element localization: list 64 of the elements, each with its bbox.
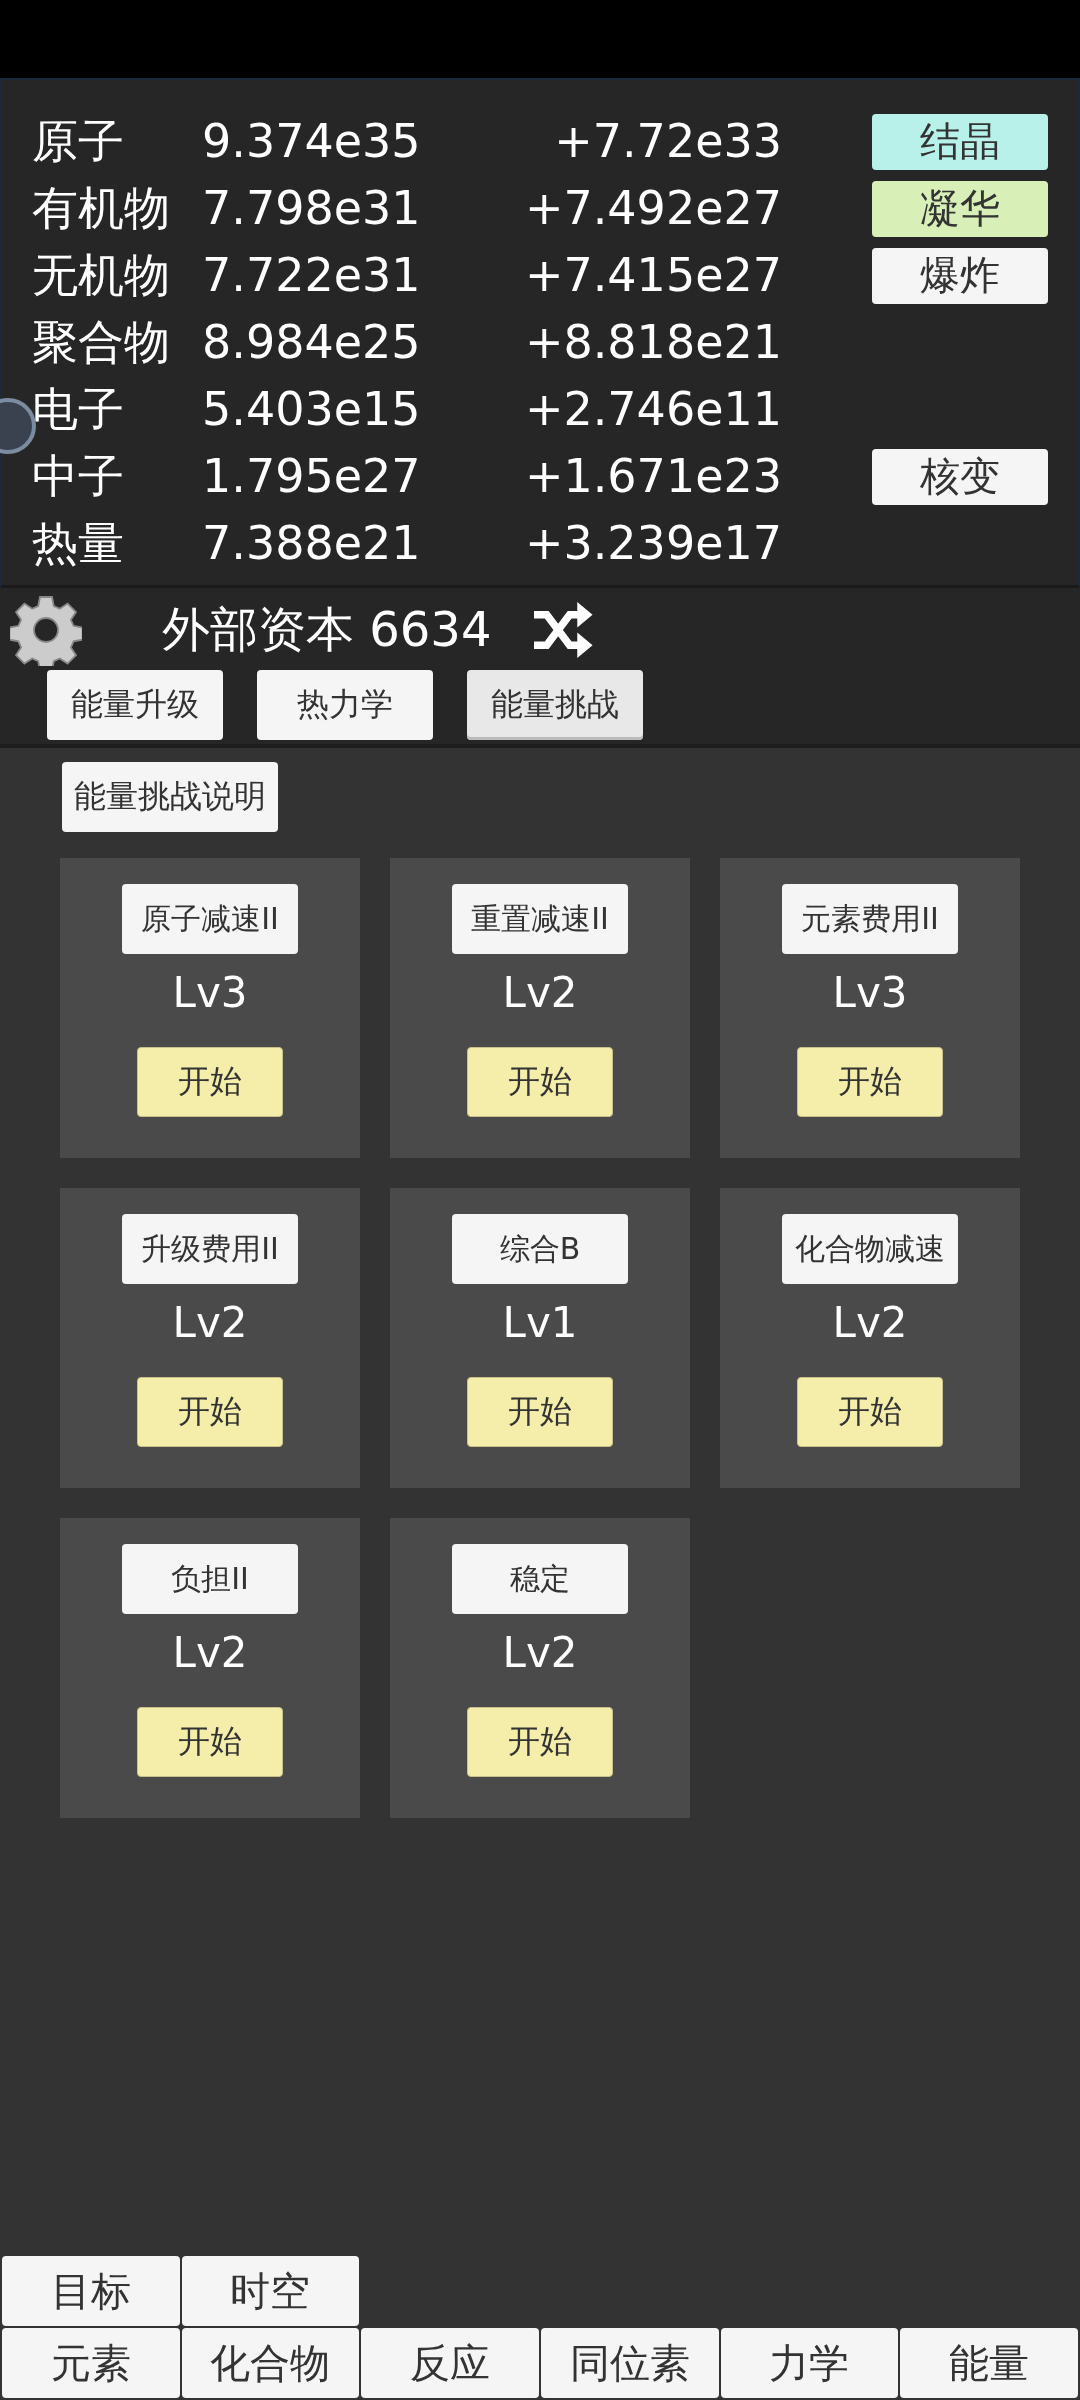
challenge-level: Lv2 (832, 1298, 908, 1347)
resource-rate: +2.746e11 (523, 380, 782, 438)
start-button[interactable]: 开始 (797, 1377, 943, 1447)
action-button[interactable]: 核变 (872, 448, 1048, 505)
challenge-level: Lv2 (502, 1628, 578, 1677)
resource-amount: 7.388e21 (202, 514, 422, 572)
resource-rate: +3.239e17 (523, 514, 782, 572)
tab[interactable]: 能量升级 (47, 670, 223, 740)
challenge-level: Lv2 (502, 968, 578, 1017)
nav-button[interactable]: 力学 (720, 2328, 899, 2398)
help-button[interactable]: 能量挑战说明 (62, 762, 278, 832)
challenge-level: Lv3 (832, 968, 908, 1017)
challenge-name-button[interactable]: 化合物减速 (782, 1214, 958, 1284)
nav-button[interactable]: 时空 (181, 2256, 360, 2326)
shuffle-icon[interactable] (531, 602, 594, 658)
nav-button[interactable]: 目标 (2, 2256, 180, 2326)
challenge-name-button[interactable]: 升级费用II (122, 1214, 298, 1284)
resource-amount: 1.795e27 (202, 447, 422, 505)
resource-name: 无机物 (32, 246, 171, 304)
challenge-level: Lv1 (502, 1298, 578, 1347)
nav-button[interactable]: 化合物 (181, 2328, 360, 2398)
resource-name: 中子 (32, 447, 125, 505)
nav-button[interactable]: 元素 (2, 2328, 180, 2398)
tab[interactable]: 热力学 (257, 670, 433, 740)
resource-rate: +7.415e27 (523, 246, 782, 304)
challenge-level: Lv2 (172, 1628, 248, 1677)
start-button[interactable]: 开始 (467, 1707, 613, 1777)
tab[interactable]: 能量挑战 (467, 670, 643, 740)
resource-rate: +1.671e23 (523, 447, 782, 505)
resource-amount: 5.403e15 (202, 380, 422, 438)
challenge-name-button[interactable]: 原子减速II (122, 884, 298, 954)
action-button[interactable]: 结晶 (872, 113, 1048, 170)
nav-button[interactable]: 同位素 (541, 2328, 719, 2398)
resource-name: 电子 (32, 380, 125, 438)
resource-rate: +7.492e27 (523, 179, 782, 237)
settings-icon[interactable] (10, 594, 82, 666)
start-button[interactable]: 开始 (137, 1047, 283, 1117)
challenge-level: Lv3 (172, 968, 248, 1017)
nav-button[interactable]: 反应 (361, 2328, 539, 2398)
start-button[interactable]: 开始 (797, 1047, 943, 1117)
resource-amount: 8.984e25 (202, 313, 422, 371)
challenge-name-button[interactable]: 综合B (452, 1214, 628, 1284)
resource-name: 热量 (32, 514, 125, 572)
action-button[interactable]: 凝华 (872, 180, 1048, 237)
start-button[interactable]: 开始 (467, 1047, 613, 1117)
challenge-name-button[interactable]: 稳定 (452, 1544, 628, 1614)
resource-rate: +7.72e33 (553, 112, 782, 170)
nav-button[interactable]: 能量 (900, 2328, 1078, 2398)
resource-name: 原子 (32, 112, 125, 170)
challenge-name-button[interactable]: 重置减速II (452, 884, 628, 954)
resource-amount: 7.722e31 (202, 246, 422, 304)
challenge-level: Lv2 (172, 1298, 248, 1347)
capital-label: 外部资本 6634 (162, 600, 492, 659)
resource-name: 聚合物 (32, 313, 171, 371)
challenge-name-button[interactable]: 元素费用II (782, 884, 958, 954)
resource-amount: 9.374e35 (202, 112, 422, 170)
challenge-name-button[interactable]: 负担II (122, 1544, 298, 1614)
start-button[interactable]: 开始 (467, 1377, 613, 1447)
start-button[interactable]: 开始 (137, 1707, 283, 1777)
resource-name: 有机物 (32, 179, 171, 237)
resource-rate: +8.818e21 (523, 313, 782, 371)
action-button[interactable]: 爆炸 (872, 247, 1048, 304)
start-button[interactable]: 开始 (137, 1377, 283, 1447)
resource-amount: 7.798e31 (202, 179, 422, 237)
